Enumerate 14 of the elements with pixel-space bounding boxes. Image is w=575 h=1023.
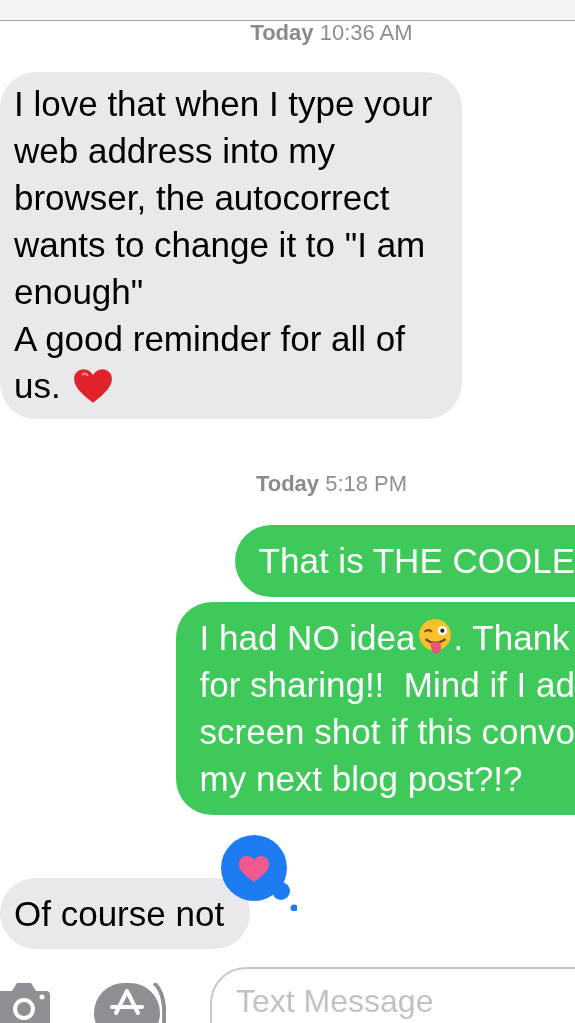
timestamp-day: Today — [250, 20, 314, 45]
message-text: us. — [14, 365, 61, 407]
message-text: I had NO idea — [199, 617, 416, 659]
message-text: . Thank — [453, 617, 570, 659]
message-field[interactable]: Text Message — [210, 967, 575, 1023]
heart-emoji-icon — [72, 367, 113, 404]
timestamp-time: 5:18 PM — [325, 471, 408, 496]
message-text: Of course not — [14, 893, 225, 935]
message-text: That is THE COOLE — [258, 540, 575, 582]
app-store-icon[interactable] — [94, 983, 166, 1023]
timestamp-day: Today — [255, 471, 320, 496]
camera-icon[interactable] — [0, 983, 50, 1023]
timestamp-time: 10:36 AM — [319, 20, 413, 45]
message-text: for sharing!! Mind if I ad screen shot if this convo my next blog post?!? — [199, 664, 575, 800]
